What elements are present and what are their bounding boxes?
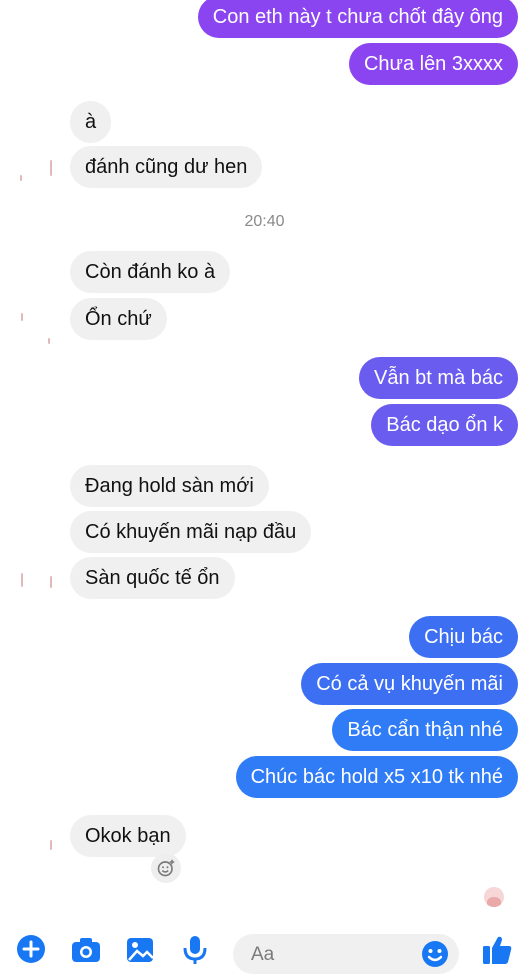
message-text: Chúc bác hold x5 x10 tk nhé xyxy=(250,766,503,788)
composer-bar: Aa xyxy=(0,928,529,974)
decorative-mark xyxy=(48,338,50,344)
message-bubble-incoming[interactable]: à xyxy=(70,101,112,143)
message-bubble-outgoing[interactable]: Vẫn bt mà bác xyxy=(359,357,518,399)
message-text: Okok bạn xyxy=(85,825,171,847)
decorative-mark xyxy=(50,160,52,176)
message-bubble-incoming[interactable]: Còn đánh ko à xyxy=(70,251,231,293)
decorative-mark xyxy=(20,175,22,181)
decorative-mark xyxy=(21,313,23,321)
message-bubble-incoming[interactable]: Sàn quốc tế ổn xyxy=(70,557,235,599)
add-reaction-icon[interactable] xyxy=(151,853,181,883)
message-text: Vẫn bt mà bác xyxy=(374,367,503,389)
message-text: à xyxy=(85,111,97,133)
message-text: Sàn quốc tế ổn xyxy=(85,567,220,589)
emoji-icon[interactable] xyxy=(421,940,449,973)
message-input-placeholder: Aa xyxy=(251,944,275,965)
message-text: Chưa lên 3xxxx xyxy=(363,53,503,75)
message-bubble-incoming[interactable]: Đang hold sàn mới xyxy=(70,465,269,507)
plus-icon[interactable] xyxy=(16,934,46,969)
message-bubble-outgoing[interactable]: Có cả vụ khuyến mãi xyxy=(301,663,518,705)
message-bubble-incoming[interactable]: Ổn chứ xyxy=(70,298,167,340)
message-text: Còn đánh ko à xyxy=(85,261,216,283)
message-input[interactable]: Aa xyxy=(233,934,459,974)
message-bubble-outgoing[interactable]: Chúc bác hold x5 x10 tk nhé xyxy=(235,756,518,798)
camera-icon[interactable] xyxy=(70,934,102,969)
thumbs-up-icon[interactable] xyxy=(481,934,513,969)
message-bubble-outgoing[interactable]: Bác cẩn thận nhé xyxy=(332,709,518,751)
message-text: Có cả vụ khuyến mãi xyxy=(316,673,503,695)
message-bubble-outgoing[interactable]: Chịu bác xyxy=(409,616,518,658)
image-icon[interactable] xyxy=(125,934,155,969)
decorative-mark xyxy=(50,840,52,850)
message-text: đánh cũng dư hen xyxy=(85,156,248,178)
message-bubble-outgoing[interactable]: Chưa lên 3xxxx xyxy=(348,43,518,85)
message-bubble-incoming[interactable]: Có khuyến mãi nạp đầu xyxy=(70,511,312,553)
message-timestamp: 20:40 xyxy=(244,213,285,230)
microphone-icon[interactable] xyxy=(182,934,208,969)
message-bubble-outgoing[interactable]: Con eth này t chưa chốt đây ông xyxy=(197,0,518,38)
message-bubble-incoming[interactable]: đánh cũng dư hen xyxy=(70,146,263,188)
message-text: Bác cẩn thận nhé xyxy=(347,719,503,741)
seen-avatar xyxy=(484,887,504,907)
message-text: Chịu bác xyxy=(424,626,503,648)
message-text: Có khuyến mãi nạp đầu xyxy=(85,521,297,543)
message-text: Ổn chứ xyxy=(85,308,152,330)
message-text: Bác dạo ổn k xyxy=(386,414,503,436)
message-bubble-incoming[interactable]: Okok bạn xyxy=(70,815,186,857)
message-text: Con eth này t chưa chốt đây ông xyxy=(212,6,503,28)
message-bubble-outgoing[interactable]: Bác dạo ổn k xyxy=(371,404,518,446)
decorative-mark xyxy=(21,573,23,587)
message-text: Đang hold sàn mới xyxy=(85,475,254,497)
decorative-mark xyxy=(50,576,52,588)
